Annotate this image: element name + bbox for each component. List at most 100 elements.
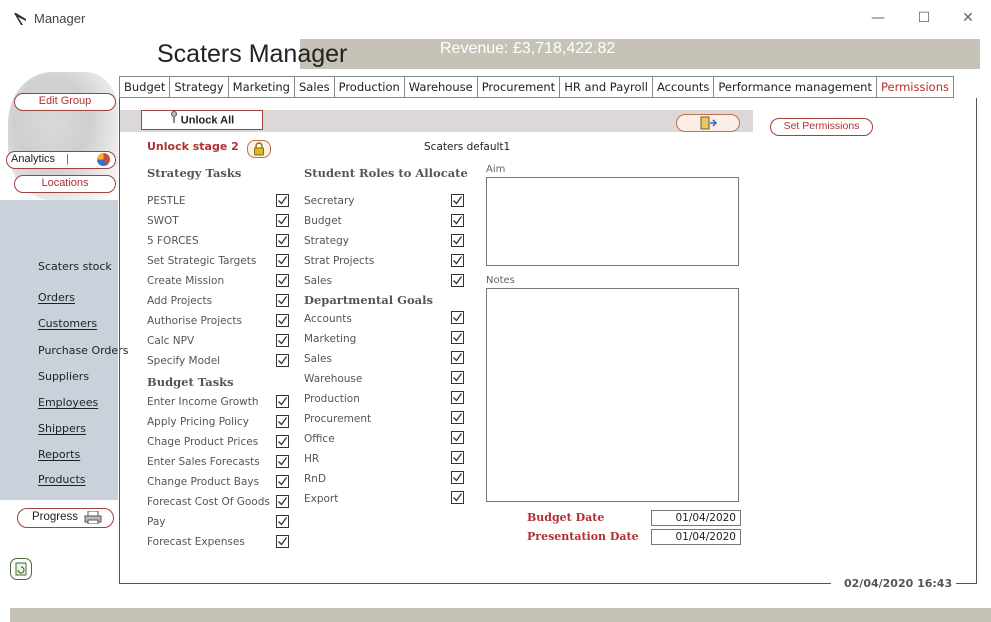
lock-button[interactable] (247, 140, 271, 158)
tab-permissions[interactable]: Permissions (875, 76, 954, 98)
aim-label: Aim (486, 164, 506, 175)
budget-task-checkbox[interactable] (276, 515, 289, 528)
tab-warehouse[interactable]: Warehouse (403, 76, 477, 98)
budget-task-checkbox[interactable] (276, 435, 289, 448)
revenue-label: Revenue: £3,718,422.82 (440, 40, 616, 57)
revenue-band (300, 39, 980, 69)
strategy-tasks-heading: Strategy Tasks (147, 166, 242, 180)
padlock-icon (254, 142, 264, 156)
aim-textarea[interactable] (486, 177, 739, 266)
strategy-task-checkbox[interactable] (276, 294, 289, 307)
department-goal-checkbox[interactable] (451, 331, 464, 344)
maximize-button[interactable]: ☐ (904, 6, 944, 30)
budget-date-field[interactable]: 01/04/2020 (651, 510, 741, 526)
student-roles-heading: Student Roles to Allocate (304, 166, 468, 180)
strategy-task-checkbox[interactable] (276, 314, 289, 327)
budget-task-checkbox[interactable] (276, 535, 289, 548)
sidebar-link-scaters-stock[interactable]: Scaters stock (38, 260, 112, 273)
sidebar-link-products[interactable]: Products (38, 473, 86, 486)
budget-task-label: Forecast Cost Of Goods (147, 496, 270, 508)
department-goal-checkbox[interactable] (451, 411, 464, 424)
sidebar-link-reports[interactable]: Reports (38, 448, 80, 461)
minimize-button[interactable]: — (858, 6, 898, 30)
department-goal-checkbox[interactable] (451, 431, 464, 444)
student-role-checkbox[interactable] (451, 274, 464, 287)
tab-hr-payroll[interactable]: HR and Payroll (559, 76, 652, 98)
sidebar-link-customers[interactable]: Customers (38, 317, 97, 330)
progress-button[interactable]: Progress (17, 508, 114, 528)
panel-bottom-border-right (955, 583, 977, 584)
department-goal-checkbox[interactable] (451, 471, 464, 484)
tab-bar: Budget Strategy Marketing Sales Producti… (119, 76, 954, 98)
strategy-task-label: PESTLE (147, 195, 186, 207)
student-role-label: Strat Projects (304, 255, 375, 267)
panel-bottom-border (119, 583, 831, 584)
strategy-task-checkbox[interactable] (276, 214, 289, 227)
student-role-checkbox[interactable] (451, 234, 464, 247)
budget-task-checkbox[interactable] (276, 495, 289, 508)
department-goal-checkbox[interactable] (451, 311, 464, 324)
department-goal-checkbox[interactable] (451, 371, 464, 384)
notes-label: Notes (486, 275, 515, 286)
budget-task-label: Forecast Expenses (147, 536, 245, 548)
strategy-task-label: Set Strategic Targets (147, 255, 257, 267)
tab-sales[interactable]: Sales (293, 76, 334, 98)
tab-performance-management[interactable]: Performance management (713, 76, 876, 98)
student-role-checkbox[interactable] (451, 254, 464, 267)
student-role-label: Secretary (304, 195, 355, 207)
budget-task-label: Enter Income Growth (147, 396, 259, 408)
close-button[interactable]: ✕ (948, 6, 988, 30)
department-goal-checkbox[interactable] (451, 451, 464, 464)
tab-procurement[interactable]: Procurement (476, 76, 560, 98)
unlock-all-button[interactable]: Unlock All (141, 110, 263, 130)
strategy-task-checkbox[interactable] (276, 274, 289, 287)
strategy-task-checkbox[interactable] (276, 194, 289, 207)
strategy-task-checkbox[interactable] (276, 234, 289, 247)
department-goal-label: Procurement (304, 413, 372, 425)
budget-task-checkbox[interactable] (276, 475, 289, 488)
analytics-label: Analytics (11, 153, 56, 165)
key-icon (170, 111, 178, 130)
locations-button[interactable]: Locations (14, 175, 116, 193)
sidebar-link-shippers[interactable]: Shippers (38, 422, 86, 435)
set-permissions-button[interactable]: Set Permissions (770, 118, 873, 136)
tab-production[interactable]: Production (333, 76, 404, 98)
strategy-task-checkbox[interactable] (276, 254, 289, 267)
sidebar-link-employees[interactable]: Employees (38, 396, 98, 409)
budget-task-checkbox[interactable] (276, 395, 289, 408)
status-bar (10, 608, 991, 622)
unlock-all-label: Unlock All (180, 114, 235, 127)
budget-task-checkbox[interactable] (276, 415, 289, 428)
notes-textarea[interactable] (486, 288, 739, 502)
department-goal-checkbox[interactable] (451, 391, 464, 404)
tab-strategy[interactable]: Strategy (169, 76, 228, 98)
student-role-checkbox[interactable] (451, 194, 464, 207)
budget-task-checkbox[interactable] (276, 455, 289, 468)
strategy-task-checkbox[interactable] (276, 354, 289, 367)
strategy-task-checkbox[interactable] (276, 334, 289, 347)
sidebar-link-orders[interactable]: Orders (38, 291, 75, 304)
budget-task-label: Apply Pricing Policy (147, 416, 249, 428)
department-goal-label: Accounts (304, 313, 352, 325)
sidebar-link-purchase-orders[interactable]: Purchase Orders (38, 344, 128, 357)
department-goal-checkbox[interactable] (451, 491, 464, 504)
department-goal-label: Warehouse (304, 373, 363, 385)
tab-budget[interactable]: Budget (119, 76, 170, 98)
analytics-button[interactable]: Analytics | (6, 151, 116, 169)
edit-group-button[interactable]: Edit Group (14, 93, 116, 111)
pie-chart-icon (97, 153, 110, 166)
tab-accounts[interactable]: Accounts (651, 76, 714, 98)
unlock-stage-label: Unlock stage 2 (147, 140, 239, 153)
student-role-checkbox[interactable] (451, 214, 464, 227)
department-goal-checkbox[interactable] (451, 351, 464, 364)
department-goal-label: HR (304, 453, 320, 465)
budget-tasks-heading: Budget Tasks (147, 375, 234, 389)
strategy-task-label: SWOT (147, 215, 179, 227)
tab-marketing[interactable]: Marketing (227, 76, 294, 98)
exit-button[interactable] (676, 114, 740, 132)
document-refresh-button[interactable] (10, 558, 32, 580)
strategy-task-label: 5 FORCES (147, 235, 199, 247)
window-title: Manager (34, 11, 86, 26)
presentation-date-field[interactable]: 01/04/2020 (651, 529, 741, 545)
sidebar-link-suppliers[interactable]: Suppliers (38, 370, 89, 383)
